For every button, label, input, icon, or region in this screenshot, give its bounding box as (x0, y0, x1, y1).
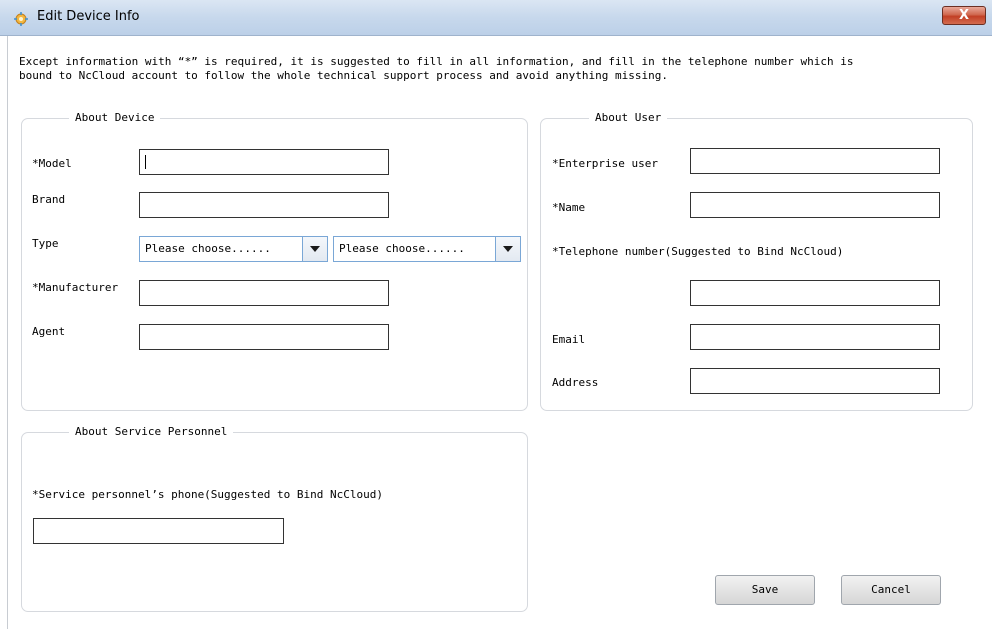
brand-input[interactable] (139, 192, 389, 218)
name-label: *Name (552, 201, 586, 214)
telephone-label: *Telephone number(Suggested to Bind NcCl… (552, 245, 844, 258)
enterprise-user-label: *Enterprise user (552, 157, 658, 170)
cancel-button[interactable]: Cancel (841, 575, 941, 605)
enterprise-user-input[interactable] (690, 148, 940, 174)
model-label: *Model (32, 157, 72, 170)
email-input[interactable] (690, 324, 940, 350)
title-bar: Edit Device Info X (0, 0, 992, 36)
type-label: Type (32, 237, 59, 250)
agent-input[interactable] (139, 324, 389, 350)
manufacturer-input[interactable] (139, 280, 389, 306)
type-select-secondary-value: Please choose...... (339, 242, 465, 255)
type-select-primary[interactable]: Please choose...... (139, 236, 328, 262)
triangle-down-icon[interactable] (302, 237, 327, 261)
window-border (7, 36, 8, 629)
save-button[interactable]: Save (715, 575, 815, 605)
about-device-legend: About Device (69, 111, 161, 125)
telephone-input[interactable] (690, 280, 940, 306)
notice-text: Except information with “*” is required,… (19, 55, 854, 82)
name-input[interactable] (690, 192, 940, 218)
window-title: Edit Device Info (37, 9, 140, 24)
settings-gear-icon (14, 12, 28, 26)
address-input[interactable] (690, 368, 940, 394)
type-select-secondary[interactable]: Please choose...... (333, 236, 521, 262)
service-phone-input[interactable] (33, 518, 284, 544)
manufacturer-label: *Manufacturer (32, 281, 119, 294)
email-label: Email (552, 333, 586, 346)
address-label: Address (552, 376, 599, 389)
text-caret (145, 155, 146, 169)
service-phone-label: *Service personnel’s phone(Suggested to … (32, 488, 383, 501)
model-input[interactable] (139, 149, 389, 175)
brand-label: Brand (32, 193, 66, 206)
close-button[interactable]: X (942, 6, 986, 25)
triangle-down-icon[interactable] (495, 237, 520, 261)
agent-label: Agent (32, 325, 66, 338)
type-select-primary-value: Please choose...... (145, 242, 271, 255)
close-icon: X (958, 8, 970, 23)
about-user-legend: About User (589, 111, 668, 125)
about-service-personnel-legend: About Service Personnel (69, 425, 234, 439)
